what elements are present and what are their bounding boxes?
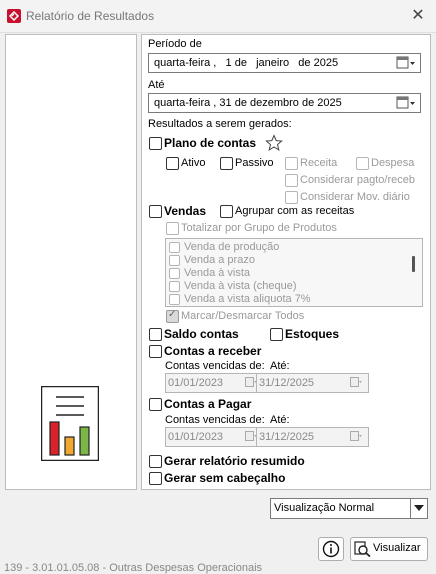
receber-to-date[interactable]: 31/12/2025	[256, 373, 369, 393]
passivo-label: Passivo	[235, 157, 274, 169]
periodo-label: Período de	[148, 38, 202, 50]
contas-pagar-label: Contas a Pagar	[164, 397, 252, 411]
receita-checkbox[interactable]	[285, 157, 298, 170]
list-item-label: Venda à vista (cheque)	[184, 280, 297, 292]
considerar-pagto-label: Considerar pagto/receb	[300, 174, 415, 186]
info-button[interactable]	[318, 537, 344, 561]
agrupar-label: Agrupar com as receitas	[235, 205, 355, 217]
info-icon	[322, 540, 340, 558]
date-from-picker[interactable]: quarta-feira , 1 de janeiro de 2025	[148, 53, 421, 73]
preview-icon	[354, 541, 371, 557]
pagar-to-date[interactable]: 31/12/2025	[256, 427, 369, 447]
close-icon[interactable]: ✕	[408, 6, 428, 26]
saldo-contas-checkbox[interactable]	[149, 328, 162, 341]
receber-vencidas-label: Contas vencidas de:	[165, 360, 265, 372]
plano-contas-checkbox[interactable]	[149, 137, 162, 150]
window-title: Relatório de Resultados	[26, 9, 155, 23]
list-item-label: Venda a prazo	[184, 254, 255, 266]
receita-label: Receita	[300, 157, 338, 169]
plano-contas-label: Plano de contas	[164, 136, 257, 150]
receber-from-date[interactable]: 01/01/2023	[165, 373, 264, 393]
marcar-todos-checkbox[interactable]	[166, 309, 179, 323]
list-item-checkbox[interactable]	[169, 255, 180, 266]
list-item-label: Venda à vista	[184, 267, 251, 279]
vendas-checkbox[interactable]	[149, 205, 162, 218]
contas-receber-label: Contas a receber	[164, 344, 262, 358]
receber-to-value: 31/12/2025	[259, 377, 315, 389]
listbox-scrollbar[interactable]	[412, 256, 415, 272]
vendas-listbox[interactable]: Venda de produção Venda a prazo Venda à …	[165, 238, 423, 307]
date-to-picker[interactable]: quarta-feira , 31 de dezembro de 2025	[148, 93, 421, 113]
agrupar-checkbox[interactable]	[220, 205, 233, 218]
date-to-value: quarta-feira , 31 de dezembro de 2025	[154, 97, 342, 109]
calendar-icon[interactable]	[396, 56, 416, 70]
date-from-value: quarta-feira , 1 de janeiro de 2025	[154, 57, 339, 69]
despesa-checkbox[interactable]	[356, 157, 369, 170]
estoques-checkbox[interactable]	[270, 328, 283, 341]
list-item-checkbox[interactable]	[169, 281, 180, 292]
list-item-checkbox[interactable]	[169, 242, 180, 253]
considerar-mov-checkbox[interactable]	[285, 191, 298, 204]
calendar-icon[interactable]	[396, 96, 416, 110]
report-chart-icon	[41, 386, 99, 461]
view-mode-value: Visualização Normal	[274, 502, 375, 514]
calendar-icon[interactable]	[350, 377, 362, 388]
list-item-checkbox[interactable]	[169, 268, 180, 279]
pagar-from-value: 01/01/2023	[168, 431, 224, 443]
estoques-label: Estoques	[285, 327, 340, 341]
ate-label: Até	[148, 79, 165, 91]
sem-cabecalho-checkbox[interactable]	[149, 472, 162, 485]
contas-pagar-checkbox[interactable]	[149, 398, 162, 411]
calendar-icon[interactable]	[350, 431, 362, 442]
passivo-checkbox[interactable]	[220, 157, 233, 170]
receber-from-value: 01/01/2023	[168, 377, 224, 389]
pagar-ate-label: Até:	[270, 414, 290, 426]
receber-ate-label: Até:	[270, 360, 290, 372]
results-heading: Resultados a serem gerados:	[148, 118, 292, 130]
list-item-label: Venda a vista aliquota 7%	[184, 293, 311, 305]
sem-cabecalho-label: Gerar sem cabeçalho	[164, 471, 286, 485]
resumido-checkbox[interactable]	[149, 455, 162, 468]
saldo-contas-label: Saldo contas	[164, 327, 239, 341]
pagar-from-date[interactable]: 01/01/2023	[165, 427, 264, 447]
resumido-label: Gerar relatório resumido	[164, 454, 305, 468]
list-item-checkbox[interactable]	[169, 294, 180, 305]
vendas-label: Vendas	[164, 204, 207, 218]
despesa-label: Despesa	[371, 157, 415, 169]
contas-receber-checkbox[interactable]	[149, 345, 162, 358]
totalizar-checkbox[interactable]	[166, 222, 179, 235]
pagar-to-value: 31/12/2025	[259, 431, 315, 443]
marcar-todos-label: Marcar/Desmarcar Todos	[181, 310, 305, 322]
ativo-label: Ativo	[181, 157, 206, 169]
pagar-vencidas-label: Contas vencidas de:	[165, 414, 265, 426]
considerar-pagto-checkbox[interactable]	[285, 174, 298, 187]
list-item-label: Venda de produção	[184, 241, 280, 253]
view-mode-select[interactable]: Visualização Normal	[270, 498, 428, 519]
background-row-text: 139 - 3.01.01.05.08 - Outras Despesas Op…	[4, 562, 263, 574]
dropdown-arrow-icon[interactable]	[410, 499, 427, 518]
totalizar-label: Totalizar por Grupo de Produtos	[181, 222, 337, 234]
visualizar-button[interactable]: Visualizar	[350, 537, 428, 561]
ativo-checkbox[interactable]	[166, 157, 179, 170]
visualizar-label: Visualizar	[373, 542, 421, 554]
star-icon[interactable]	[265, 134, 283, 152]
app-icon	[7, 9, 21, 23]
considerar-mov-label: Considerar Mov. diário	[300, 191, 410, 203]
